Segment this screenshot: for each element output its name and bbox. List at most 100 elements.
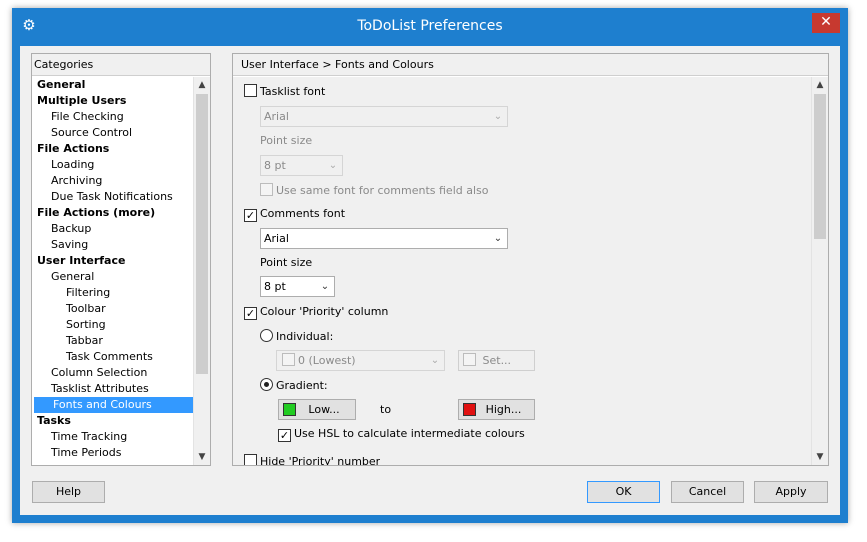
tree-item[interactable]: Sorting [32, 317, 194, 333]
scroll-down-icon[interactable]: ▼ [194, 449, 210, 465]
tree-item[interactable]: Toolbar [32, 301, 194, 317]
tasklist-font-combo[interactable]: Arial ⌄ [260, 106, 508, 127]
comments-font-combo[interactable]: Arial ⌄ [260, 228, 508, 249]
cancel-button[interactable]: Cancel [671, 481, 744, 503]
breadcrumb: User Interface > Fonts and Colours [233, 54, 828, 76]
radio-dot [264, 382, 269, 387]
combo-value: 8 pt [264, 159, 286, 172]
combo-value: Arial [264, 110, 289, 123]
tasklist-point-size-label: Point size [260, 134, 313, 147]
use-hsl-checkbox[interactable]: ✓ Use HSL to calculate intermediate colou… [278, 427, 525, 442]
tasklist-font-checkbox[interactable]: Tasklist font [244, 84, 325, 98]
ok-button[interactable]: OK [587, 481, 660, 503]
checkbox-box[interactable] [244, 454, 257, 465]
scrollbar-thumb[interactable] [196, 94, 208, 374]
tree-item[interactable]: Column Selection [32, 365, 194, 381]
set-color-button[interactable]: Set... [458, 350, 535, 371]
hide-priority-number-checkbox[interactable]: Hide 'Priority' number [244, 454, 380, 465]
dialog-client: Categories General Multiple Users File Che… [20, 46, 840, 515]
combo-value: Arial [264, 232, 289, 245]
preferences-window: ⚙ ToDoList Preferences ✕ Categories Gene… [12, 8, 848, 523]
tree-item[interactable]: Loading [32, 157, 194, 173]
tree-item[interactable]: Time Tracking [32, 429, 194, 445]
radio-label: Individual: [276, 330, 334, 343]
checkbox-label: Colour 'Priority' column [260, 305, 389, 318]
individual-priority-combo[interactable]: 0 (Lowest) ⌄ [276, 350, 445, 371]
checkbox-box[interactable] [244, 84, 257, 97]
checkmark-icon[interactable]: ✓ [278, 429, 291, 442]
categories-header: Categories [32, 54, 210, 76]
scroll-down-icon[interactable]: ▼ [812, 449, 828, 465]
colour-priority-checkbox[interactable]: ✓ Colour 'Priority' column [244, 305, 388, 320]
low-color-button[interactable]: Low... [278, 399, 356, 420]
tree-item[interactable]: Time Periods [32, 445, 194, 461]
checkbox-label: Use HSL to calculate intermediate colour… [294, 427, 525, 440]
settings-body: Tasklist font Arial ⌄ Point size 8 pt ⌄ … [233, 77, 812, 465]
same-font-comments-checkbox[interactable]: Use same font for comments field also [260, 183, 488, 197]
apply-button[interactable]: Apply [754, 481, 828, 503]
color-swatch [463, 353, 476, 366]
window-title: ToDoList Preferences [357, 18, 503, 34]
checkbox-label: Use same font for comments field also [276, 184, 489, 197]
radio-button[interactable] [260, 378, 273, 391]
individual-radio[interactable]: Individual: [260, 329, 333, 343]
tree-item[interactable]: Filtering [32, 285, 194, 301]
tree-item[interactable]: Tasklist Attributes [32, 381, 194, 397]
tree-item[interactable]: File Actions (more) [32, 205, 194, 221]
button-label: Set... [482, 354, 512, 367]
tree-item[interactable]: Archiving [32, 173, 194, 189]
categories-tree[interactable]: General Multiple Users File Checking Source… [32, 77, 194, 465]
checkmark-icon[interactable]: ✓ [244, 307, 257, 320]
tree-item[interactable]: Due Task Notifications [32, 189, 194, 205]
color-swatch [282, 353, 295, 366]
checkbox-label: Hide 'Priority' number [260, 455, 381, 465]
low-color-swatch [283, 403, 296, 416]
high-color-button[interactable]: High... [458, 399, 535, 420]
tree-item[interactable]: File Checking [32, 109, 194, 125]
chevron-down-icon[interactable]: ⌄ [492, 229, 504, 248]
help-button[interactable]: Help [32, 481, 105, 503]
combo-value: 8 pt [264, 280, 286, 293]
close-button[interactable]: ✕ [812, 13, 840, 33]
combo-value: 0 (Lowest) [298, 354, 356, 367]
checkbox-label: Comments font [260, 207, 346, 220]
comments-point-size-combo[interactable]: 8 pt ⌄ [260, 276, 335, 297]
radio-label: Gradient: [276, 379, 328, 392]
scroll-up-icon[interactable]: ▲ [812, 77, 828, 93]
checkmark-icon[interactable]: ✓ [244, 209, 257, 222]
chevron-down-icon[interactable]: ⌄ [429, 351, 441, 370]
checkbox-box[interactable] [260, 183, 273, 196]
tree-item[interactable]: Source Control [32, 125, 194, 141]
comments-font-checkbox[interactable]: ✓ Comments font [244, 207, 345, 222]
tree-item[interactable]: Tabbar [32, 333, 194, 349]
checkbox-label: Tasklist font [260, 85, 326, 98]
button-label: High... [485, 403, 522, 416]
categories-scrollbar[interactable]: ▲ ▼ [193, 77, 210, 465]
tree-item[interactable]: File Actions [32, 141, 194, 157]
comments-point-size-label: Point size [260, 256, 313, 269]
tree-item[interactable]: Backup [32, 221, 194, 237]
tree-item[interactable]: Multiple Users [32, 93, 194, 109]
settings-scrollbar[interactable]: ▲ ▼ [811, 77, 828, 465]
radio-button[interactable] [260, 329, 273, 342]
tree-item[interactable]: General [32, 77, 194, 93]
scroll-up-icon[interactable]: ▲ [194, 77, 210, 93]
tasklist-point-size-combo[interactable]: 8 pt ⌄ [260, 155, 343, 176]
tree-item[interactable]: Fonts and Colours [34, 397, 194, 413]
scrollbar-thumb[interactable] [814, 94, 826, 239]
tree-item[interactable]: User Interface [32, 253, 194, 269]
settings-panel: User Interface > Fonts and Colours Taskl… [232, 53, 829, 466]
chevron-down-icon[interactable]: ⌄ [327, 156, 339, 175]
categories-panel: Categories General Multiple Users File Che… [31, 53, 211, 466]
tree-item[interactable]: General [32, 269, 194, 285]
tree-item[interactable]: Tasks [32, 413, 194, 429]
tree-item[interactable]: Saving [32, 237, 194, 253]
high-color-swatch [463, 403, 476, 416]
chevron-down-icon[interactable]: ⌄ [492, 107, 504, 126]
gradient-radio[interactable]: Gradient: [260, 378, 328, 392]
title-bar[interactable]: ⚙ ToDoList Preferences ✕ [12, 8, 848, 46]
to-label: to [380, 403, 392, 416]
chevron-down-icon[interactable]: ⌄ [319, 277, 331, 296]
button-label: Low... [308, 403, 340, 416]
tree-item[interactable]: Task Comments [32, 349, 194, 365]
